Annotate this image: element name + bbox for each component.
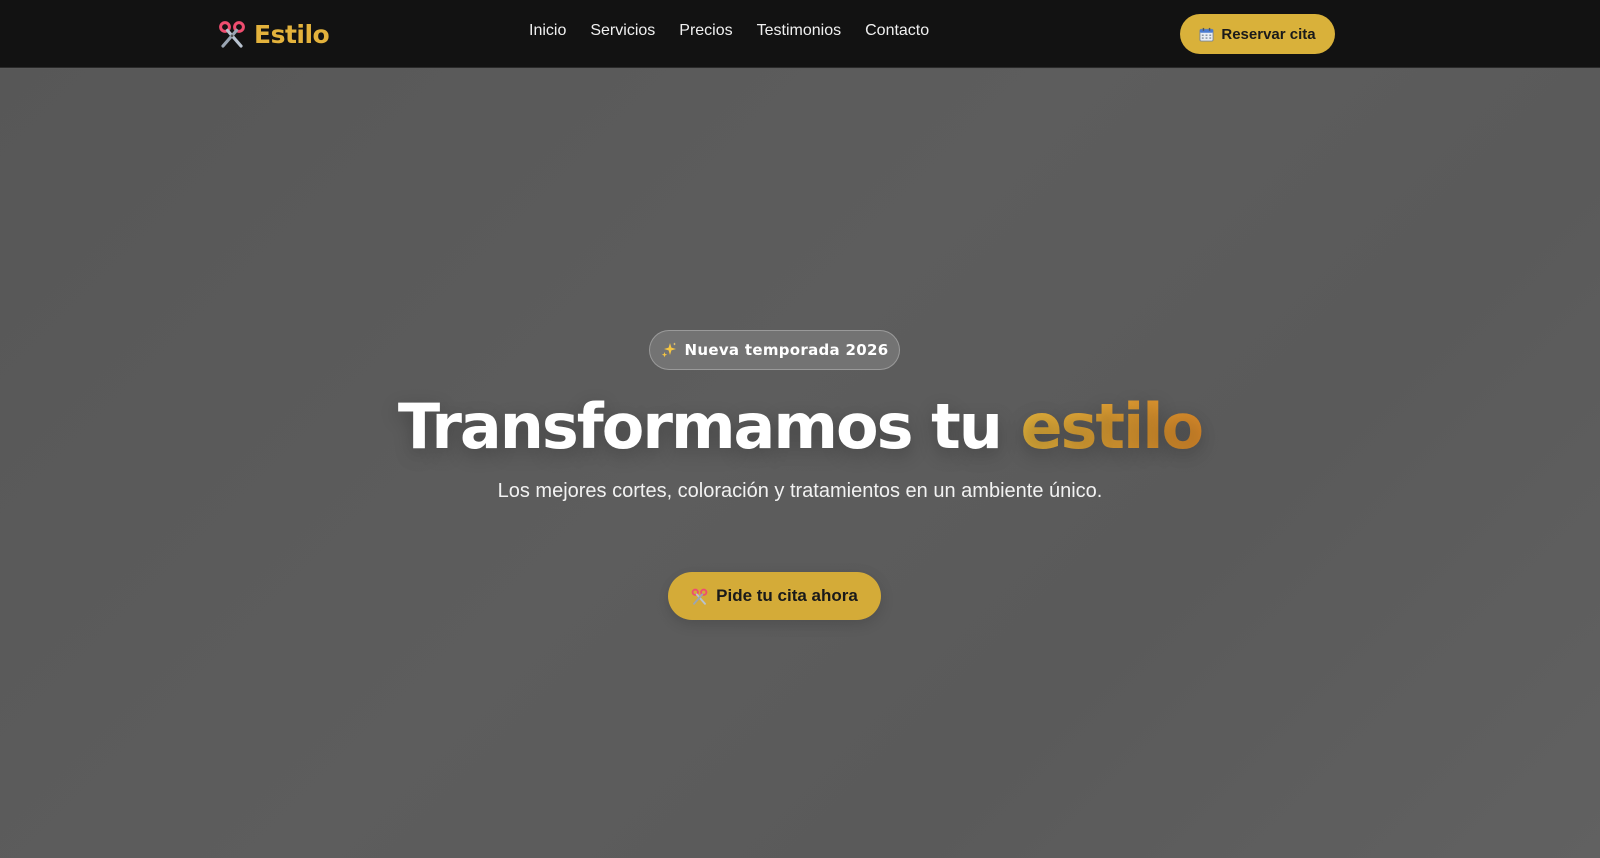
- season-badge-label: Nueva temporada 2026: [684, 341, 889, 359]
- nav-link-precios[interactable]: Precios: [679, 22, 732, 39]
- nav-item: Testimonios: [757, 22, 841, 40]
- hero-title-accent: estilo: [1020, 390, 1204, 463]
- nav-link-inicio[interactable]: Inicio: [529, 22, 566, 39]
- main-nav: Inicio Servicios Precios Testimonios Con…: [529, 22, 929, 40]
- hero-content: Nueva temporada 2026 Transformamos tu es…: [0, 69, 1600, 858]
- season-badge: Nueva temporada 2026: [649, 330, 900, 370]
- hero-title-main: Transformamos tu: [397, 390, 1021, 463]
- nav-item: Precios: [679, 22, 732, 40]
- nav-item: Inicio: [529, 22, 566, 40]
- nav-link-contacto[interactable]: Contacto: [865, 22, 929, 39]
- reserve-button[interactable]: Reservar cita: [1180, 14, 1335, 54]
- nav-link-servicios[interactable]: Servicios: [590, 22, 655, 39]
- nav-link-testimonios[interactable]: Testimonios: [757, 22, 841, 39]
- nav-item: Servicios: [590, 22, 655, 40]
- logo-link[interactable]: Estilo: [218, 16, 330, 52]
- book-appointment-button[interactable]: Pide tu cita ahora: [668, 572, 881, 620]
- calendar-icon: [1199, 27, 1214, 42]
- reserve-button-label: Reservar cita: [1221, 25, 1316, 43]
- scissors-icon: [219, 21, 245, 48]
- hero-subtitle: Los mejores cortes, coloración y tratami…: [497, 480, 1103, 502]
- scissors-icon: [691, 588, 708, 605]
- hero-title: Transformamos tu estilo: [0, 391, 1600, 463]
- brand-name: Estilo: [254, 19, 330, 49]
- nav-item: Contacto: [865, 22, 929, 40]
- book-appointment-label: Pide tu cita ahora: [716, 586, 858, 605]
- sparkles-icon: [661, 342, 676, 358]
- hero-section: Nueva temporada 2026 Transformamos tu es…: [0, 69, 1600, 858]
- navbar: Estilo Inicio Servicios Precios Testimon…: [0, 0, 1600, 68]
